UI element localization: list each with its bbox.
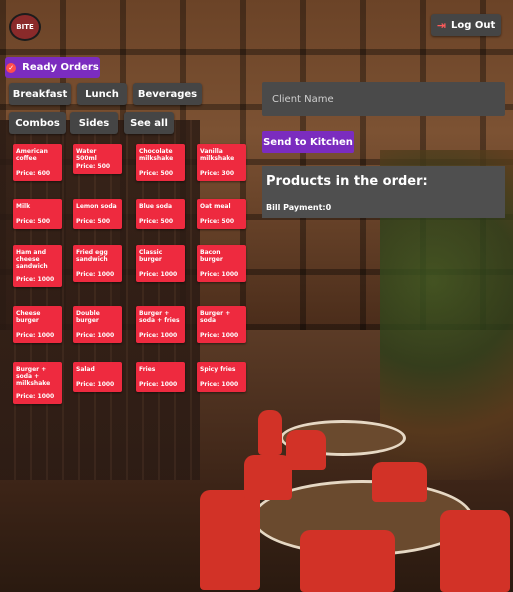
order-summary-panel: Products in the order: Bill Payment:0 xyxy=(262,166,505,218)
product-price: Price: 500 xyxy=(139,218,174,225)
product-price: Price: 1000 xyxy=(76,332,115,339)
category-combos[interactable]: Combos xyxy=(9,112,66,134)
product-card[interactable]: Classic burger Price: 1000 xyxy=(136,245,185,282)
product-price: Price: 600 xyxy=(16,170,51,177)
ready-orders-button[interactable]: ✓ Ready Orders xyxy=(5,57,100,78)
category-see-all[interactable]: See all xyxy=(124,112,174,134)
product-price: Price: 1000 xyxy=(200,332,239,339)
product-card[interactable]: Vanilla milkshake Price: 300 xyxy=(197,144,246,181)
product-name: Burger + soda xyxy=(200,310,231,324)
product-name: Oat meal xyxy=(200,203,231,210)
product-price: Price: 1000 xyxy=(16,332,55,339)
product-card[interactable]: Lemon soda Price: 500 xyxy=(73,199,122,229)
background-chair xyxy=(440,510,510,592)
background-chair xyxy=(258,410,282,455)
product-name: Blue soda xyxy=(139,203,173,210)
product-name: Vanilla milkshake xyxy=(200,148,235,162)
product-card[interactable]: American coffee Price: 600 xyxy=(13,144,62,181)
background-chair xyxy=(300,530,395,592)
product-name: Fries xyxy=(139,366,156,373)
product-price: Price: 1000 xyxy=(16,393,55,400)
product-price: Price: 1000 xyxy=(139,332,178,339)
product-name: Spicy fries xyxy=(200,366,236,373)
product-card[interactable]: Ham and cheese sandwich Price: 1000 xyxy=(13,245,62,287)
product-price: Price: 500 xyxy=(139,170,174,177)
product-name: Chocolate milkshake xyxy=(139,148,174,162)
product-card[interactable]: Fried egg sandwich Price: 1000 xyxy=(73,245,122,282)
category-breakfast[interactable]: Breakfast xyxy=(9,83,71,105)
product-price: Price: 1000 xyxy=(139,381,178,388)
product-name: Double burger xyxy=(76,310,100,324)
product-name: Burger + soda + milkshake xyxy=(16,366,51,387)
product-price: Price: 1000 xyxy=(200,381,239,388)
product-name: Ham and cheese sandwich xyxy=(16,249,48,270)
category-beverages[interactable]: Beverages xyxy=(133,83,202,105)
product-name: Fried egg sandwich xyxy=(76,249,108,263)
check-circle-icon: ✓ xyxy=(6,62,17,73)
order-title: Products in the order: xyxy=(266,174,428,189)
product-card[interactable]: Fries Price: 1000 xyxy=(136,362,185,392)
background-chair xyxy=(244,455,292,500)
bill-payment: Bill Payment:0 xyxy=(266,203,332,212)
product-price: Price: 1000 xyxy=(200,271,239,278)
logo-text: BITE xyxy=(16,23,34,31)
product-price: Price: 1000 xyxy=(16,276,55,283)
product-price: Price: 500 xyxy=(16,218,51,225)
product-card[interactable]: Oat meal Price: 500 xyxy=(197,199,246,229)
product-name: Water 500ml xyxy=(76,148,97,162)
ready-orders-label: Ready Orders xyxy=(22,62,99,73)
product-price: Price: 500 xyxy=(76,163,111,170)
product-name: American coffee xyxy=(16,148,48,162)
product-card[interactable]: Blue soda Price: 500 xyxy=(136,199,185,229)
logout-icon: ⇥ xyxy=(436,18,446,32)
product-price: Price: 500 xyxy=(76,218,111,225)
product-name: Burger + soda + fries xyxy=(139,310,180,324)
product-card[interactable]: Spicy fries Price: 1000 xyxy=(197,362,246,392)
category-lunch[interactable]: Lunch xyxy=(77,83,127,105)
product-name: Milk xyxy=(16,203,31,210)
send-to-kitchen-button[interactable]: Send to Kitchen xyxy=(262,131,354,153)
product-card[interactable]: Chocolate milkshake Price: 500 xyxy=(136,144,185,181)
product-card[interactable]: Burger + soda + milkshake Price: 1000 xyxy=(13,362,62,404)
product-card[interactable]: Milk Price: 500 xyxy=(13,199,62,229)
logout-button[interactable]: ⇥ Log Out xyxy=(431,14,501,36)
product-card[interactable]: Bacon burger Price: 1000 xyxy=(197,245,246,282)
product-card[interactable]: Double burger Price: 1000 xyxy=(73,306,122,343)
product-price: Price: 500 xyxy=(200,218,235,225)
logo: BITE xyxy=(9,13,41,41)
background-chair xyxy=(286,430,326,470)
product-price: Price: 1000 xyxy=(76,271,115,278)
product-price: Price: 1000 xyxy=(76,381,115,388)
product-name: Bacon burger xyxy=(200,249,223,263)
product-name: Classic burger xyxy=(139,249,163,263)
background-chair xyxy=(372,462,427,502)
product-card[interactable]: Burger + soda Price: 1000 xyxy=(197,306,246,343)
product-card[interactable]: Salad Price: 1000 xyxy=(73,362,122,392)
product-card[interactable]: Water 500ml Price: 500 xyxy=(73,144,122,174)
background-chair xyxy=(200,490,260,590)
product-name: Salad xyxy=(76,366,95,373)
client-name-input[interactable] xyxy=(262,82,505,116)
category-sides[interactable]: Sides xyxy=(70,112,118,134)
product-name: Cheese burger xyxy=(16,310,41,324)
product-name: Lemon soda xyxy=(76,203,117,210)
product-card[interactable]: Cheese burger Price: 1000 xyxy=(13,306,62,343)
product-price: Price: 300 xyxy=(200,170,235,177)
product-card[interactable]: Burger + soda + fries Price: 1000 xyxy=(136,306,185,343)
logout-label: Log Out xyxy=(450,19,496,31)
product-price: Price: 1000 xyxy=(139,271,178,278)
